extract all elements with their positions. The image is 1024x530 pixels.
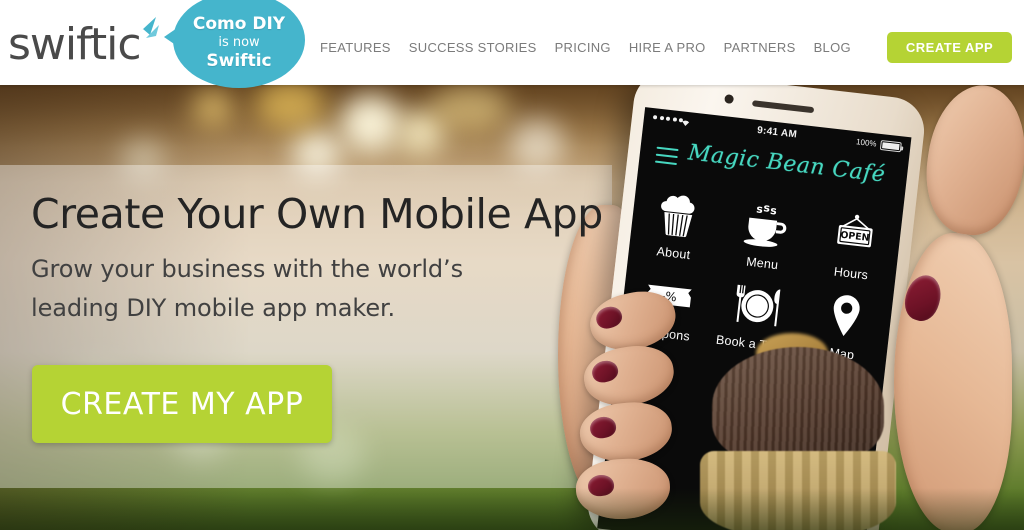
hero-subheadline: Grow your business with the world’s lead… (31, 250, 591, 328)
bubble-line-2: is now (218, 35, 260, 50)
map-pin-icon (799, 285, 894, 347)
hero-copy: Create Your Own Mobile App Grow your bus… (31, 190, 603, 328)
bokeh-light (340, 95, 402, 153)
nav-item-partners[interactable]: PARTNERS (724, 40, 796, 55)
create-my-app-button[interactable]: CREATE MY APP (32, 365, 332, 443)
app-tile-about[interactable]: About (628, 185, 725, 266)
bubble-tail (164, 26, 180, 48)
bubble-line-1: Como DIY (192, 14, 286, 34)
app-tile-menu[interactable]: sss Menu (717, 195, 814, 276)
bokeh-light (430, 85, 510, 131)
swoosh-bird-icon (126, 16, 166, 46)
hero-subheadline-line2: leading DIY mobile app maker. (31, 294, 396, 322)
logo-wordmark: swiftic (8, 19, 142, 70)
site-header: swiftic Como DIY is now Swiftic FEATURES… (0, 0, 1024, 88)
swiftic-logo[interactable]: swiftic (8, 17, 168, 70)
nav-item-hire-a-pro[interactable]: HIRE A PRO (629, 40, 706, 55)
app-tile-grid: About sss Menu OPEN Hours -% Book a Tabl… (619, 185, 902, 366)
nav-item-success-stories[interactable]: SUCCESS STORIES (409, 40, 537, 55)
svg-text:s: s (770, 204, 778, 218)
bubble-line-3: Swiftic (206, 51, 272, 71)
page-title: Create Your Own Mobile App (31, 190, 603, 238)
nav-item-features[interactable]: FEATURES (320, 40, 391, 55)
hero-subheadline-line1: Grow your business with the world’s (31, 255, 463, 283)
app-tile-map[interactable]: Map (797, 285, 894, 366)
hamburger-icon[interactable] (654, 146, 679, 170)
battery-icon (879, 140, 902, 153)
create-app-button[interactable]: CREATE APP (886, 31, 1013, 63)
cupcake-icon (630, 185, 725, 247)
earpiece-speaker (751, 100, 815, 114)
app-tile-hours[interactable]: OPEN Hours (806, 205, 903, 286)
open-sign-icon: OPEN (808, 205, 903, 267)
nav-item-blog[interactable]: BLOG (814, 40, 851, 55)
coffee-cup-icon: sss (719, 195, 814, 257)
finger (918, 85, 1024, 241)
nav-item-pricing[interactable]: PRICING (555, 40, 611, 55)
main-navigation: FEATURES SUCCESS STORIES PRICING HIRE A … (320, 31, 1013, 63)
hero-section: 9:41 AM 100% Magic Bean Café About s s s… (0, 85, 1024, 530)
phone-mockup: 9:41 AM 100% Magic Bean Café About s s s… (558, 85, 1024, 530)
thumb (894, 233, 1012, 530)
plate-cutlery-icon (710, 275, 805, 337)
bokeh-light (510, 119, 564, 171)
front-camera-icon (724, 94, 735, 105)
rebrand-announcement-bubble: Como DIY is now Swiftic (164, 0, 305, 88)
app-tile-book-a-table[interactable]: Book a Table (708, 275, 805, 356)
